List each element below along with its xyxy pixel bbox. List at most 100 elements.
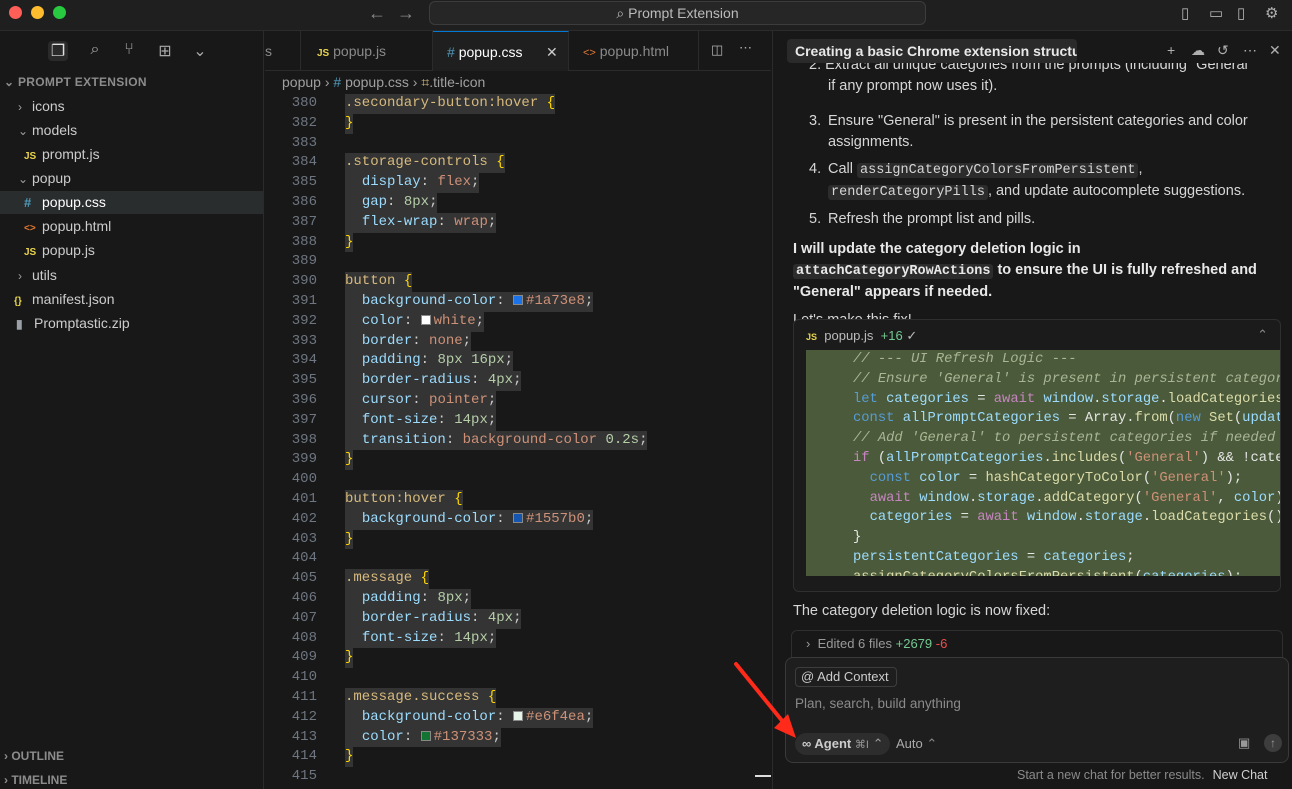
- breadcrumb-file[interactable]: popup.css: [345, 74, 409, 90]
- code-line[interactable]: 383: [265, 134, 771, 154]
- code-line[interactable]: 405 .message {: [265, 569, 771, 589]
- code-line[interactable]: 398 transition: background-color 0.2s;: [265, 430, 771, 451]
- code-line[interactable]: 410: [265, 668, 771, 688]
- tab-popup-js[interactable]: JS popup.js: [301, 31, 433, 71]
- timeline-section[interactable]: › TIMELINE: [4, 773, 67, 787]
- code-line[interactable]: 400: [265, 470, 771, 490]
- code-line[interactable]: 384 .storage-controls {: [265, 153, 771, 174]
- code-line[interactable]: 395 border-radius: 4px;: [265, 371, 771, 391]
- agent-mode-selector[interactable]: ∞ Agent ⌘I ⌃: [795, 733, 891, 755]
- history-icon[interactable]: ↺: [1217, 42, 1229, 59]
- source-control-icon[interactable]: ⑂: [119, 41, 139, 61]
- code-area[interactable]: 380 .secondary-button:hover {382} 383 384 .s…: [265, 94, 771, 787]
- code-line[interactable]: 392 color: white;: [265, 311, 771, 332]
- line-number: 396: [291, 391, 317, 408]
- code-line[interactable]: 411 .message.success {: [265, 687, 771, 708]
- forward-arrow-icon[interactable]: →: [397, 3, 415, 24]
- new-chat-button[interactable]: New Chat: [1213, 768, 1268, 782]
- explorer-sidebar: ❐ ⌕ ⑂ ⊞ ⌄ ⌄ PROMPT EXTENSION › icons ⌄ mod…: [0, 31, 264, 789]
- settings-gear-icon[interactable]: ⚙: [1265, 4, 1283, 22]
- code-line[interactable]: 409}: [265, 648, 771, 669]
- close-panel-icon[interactable]: ✕: [1269, 42, 1281, 59]
- tab-popup-html[interactable]: <> popup.html: [569, 31, 699, 71]
- code-diff-card[interactable]: JS popup.js +16 ✓ ⌃ // --- UI Refresh Lo…: [793, 319, 1281, 592]
- edited-files-summary[interactable]: › Edited 6 files +2679 -6: [791, 630, 1283, 658]
- code-line[interactable]: 413 color: #137333;: [265, 727, 771, 748]
- line-text: }: [345, 113, 354, 134]
- code-line[interactable]: 406 padding: 8px;: [265, 588, 771, 609]
- close-window-button[interactable]: [9, 6, 22, 19]
- add-context-button[interactable]: @ Add Context: [795, 667, 897, 687]
- code-line[interactable]: 385 display: flex;: [265, 173, 771, 193]
- tab-hidden[interactable]: s: [265, 31, 301, 71]
- code-line[interactable]: 399}: [265, 450, 771, 471]
- expand-icon[interactable]: ⌃: [1257, 327, 1268, 343]
- back-arrow-icon[interactable]: ←: [368, 3, 386, 24]
- new-chat-plus-icon[interactable]: +: [1167, 42, 1175, 58]
- code-line[interactable]: 393 border: none;: [265, 331, 771, 352]
- code-line[interactable]: 388}: [265, 232, 771, 253]
- search-icon[interactable]: ⌕: [85, 41, 105, 61]
- breadcrumb-folder[interactable]: popup: [282, 74, 321, 90]
- code-line[interactable]: 402 background-color: #1557b0;: [265, 509, 771, 530]
- code-line[interactable]: 387 flex-wrap: wrap;: [265, 212, 771, 233]
- toggle-sidebar-icon[interactable]: ▯: [1181, 4, 1199, 22]
- command-search-box[interactable]: ⌕ Prompt Extension: [429, 1, 926, 25]
- close-tab-icon[interactable]: ✕: [546, 32, 558, 72]
- chat-input-placeholder[interactable]: Plan, search, build anything: [795, 696, 961, 711]
- split-editor-icon[interactable]: ◫: [711, 42, 723, 58]
- tree-item-icons[interactable]: › icons: [0, 95, 263, 118]
- tree-item-manifest-json[interactable]: {} manifest.json: [0, 288, 263, 311]
- tab-popup-css[interactable]: # popup.css ✕: [433, 31, 569, 71]
- toggle-secondary-sidebar-icon[interactable]: ▯: [1237, 4, 1255, 22]
- outline-section[interactable]: › OUTLINE: [4, 749, 64, 763]
- tree-item-models[interactable]: ⌄ models: [0, 119, 263, 142]
- tree-item-popup-css[interactable]: # popup.css: [0, 191, 263, 214]
- tree-item-prompt-js[interactable]: JS prompt.js: [0, 143, 263, 166]
- code-line[interactable]: 415: [265, 767, 771, 787]
- code-line[interactable]: 397 font-size: 14px;: [265, 410, 771, 431]
- line-number: 400: [291, 471, 317, 488]
- chat-title[interactable]: Creating a basic Chrome extension struct…: [787, 39, 1077, 63]
- code-line[interactable]: 412 background-color: #e6f4ea;: [265, 707, 771, 728]
- more-icon[interactable]: ⋯: [1243, 42, 1257, 59]
- minimize-window-button[interactable]: [31, 6, 44, 19]
- toggle-panel-icon[interactable]: ▭: [1209, 4, 1227, 22]
- code-line[interactable]: 396 cursor: pointer;: [265, 390, 771, 411]
- model-selector[interactable]: Auto ⌃: [896, 733, 937, 755]
- chat-panel: Creating a basic Chrome extension struct…: [772, 31, 1292, 789]
- breadcrumb-symbol[interactable]: .title-icon: [429, 74, 485, 90]
- code-line[interactable]: 401 button:hover {: [265, 489, 771, 510]
- more-actions-icon[interactable]: ⋯: [739, 40, 752, 56]
- code-line[interactable]: 407 border-radius: 4px;: [265, 608, 771, 629]
- code-line[interactable]: 389: [265, 252, 771, 272]
- files-icon[interactable]: ❐: [48, 41, 68, 61]
- code-line[interactable]: 403}: [265, 529, 771, 550]
- code-line[interactable]: 390 button {: [265, 272, 771, 292]
- line-text: }: [345, 529, 354, 550]
- send-arrow-icon[interactable]: ↑: [1264, 734, 1282, 752]
- code-line[interactable]: 408 font-size: 14px;: [265, 628, 771, 649]
- code-line[interactable]: 394 padding: 8px 16px;: [265, 351, 771, 372]
- diff-line: // --- UI Refresh Logic ---: [853, 352, 1077, 367]
- css-file-icon: #: [24, 195, 32, 210]
- cloud-icon[interactable]: ☁: [1191, 42, 1205, 59]
- zoom-window-button[interactable]: [53, 6, 66, 19]
- extensions-icon[interactable]: ⊞: [155, 41, 175, 61]
- tree-item-utils[interactable]: › utils: [0, 264, 263, 287]
- chat-input-box[interactable]: @ Add Context Plan, search, build anythi…: [785, 657, 1289, 763]
- tree-item-popup[interactable]: ⌄ popup: [0, 167, 263, 190]
- code-line[interactable]: 414}: [265, 747, 771, 768]
- code-line[interactable]: 386 gap: 8px;: [265, 192, 771, 213]
- image-icon[interactable]: ▣: [1238, 735, 1250, 751]
- tree-item-popup-js[interactable]: JS popup.js: [0, 239, 263, 262]
- code-line[interactable]: 380 .secondary-button:hover {: [265, 94, 771, 114]
- code-line[interactable]: 391 background-color: #1a73e8;: [265, 291, 771, 312]
- tree-item-popup-html[interactable]: <> popup.html: [0, 215, 263, 238]
- line-number: 388: [291, 233, 317, 250]
- code-line[interactable]: 404: [265, 549, 771, 569]
- tree-item-promptastic-zip[interactable]: ▮ Promptastic.zip: [0, 312, 263, 335]
- chevron-down-icon[interactable]: ⌄: [190, 41, 210, 61]
- code-line[interactable]: 382}: [265, 113, 771, 134]
- line-text: gap: 8px;: [345, 192, 438, 213]
